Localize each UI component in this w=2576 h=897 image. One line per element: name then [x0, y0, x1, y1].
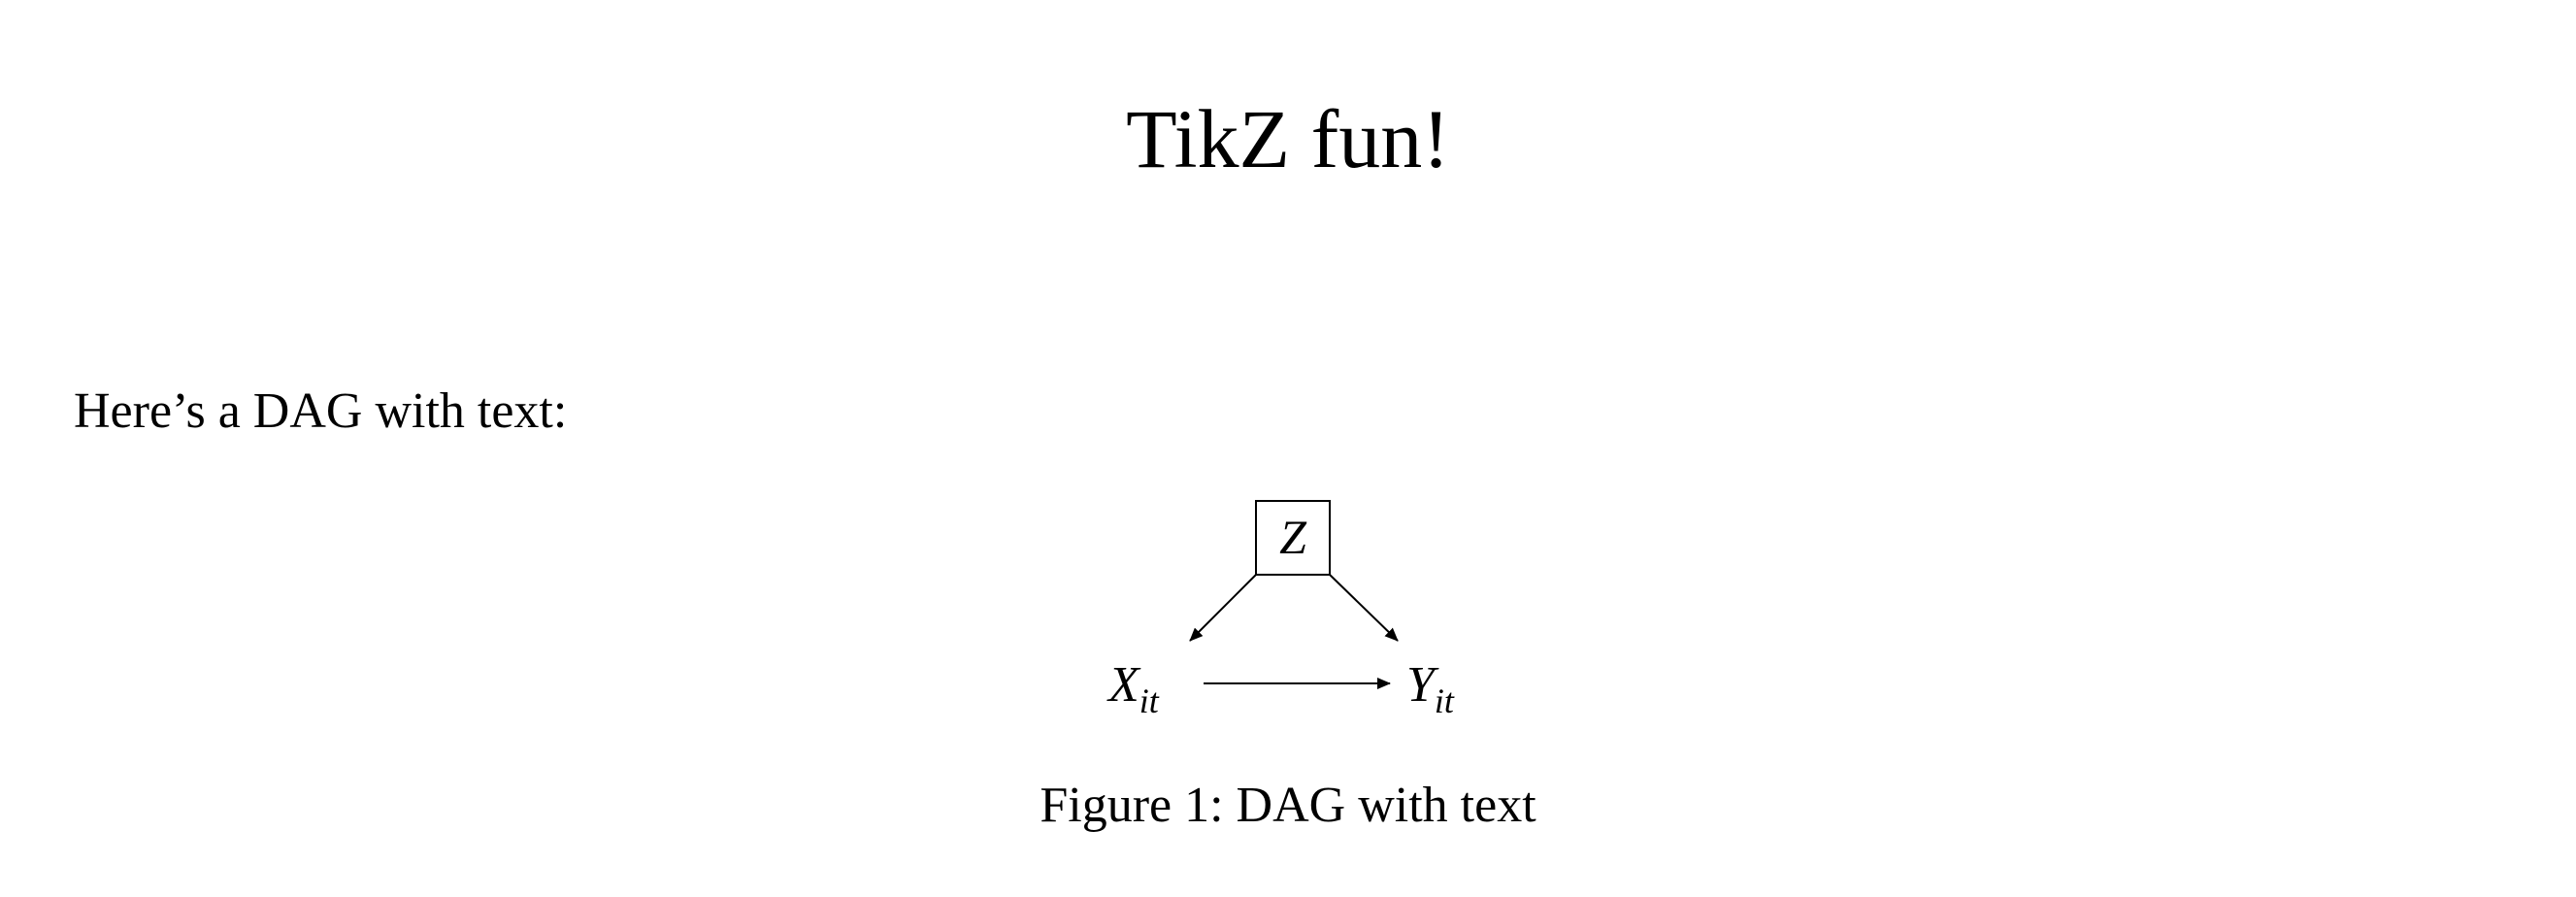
edge-z-to-y — [1329, 574, 1399, 642]
edge-z-to-x — [1189, 574, 1257, 642]
node-x-main: X — [1106, 657, 1141, 713]
figure-caption: Figure 1: DAG with text — [1040, 778, 1536, 833]
node-y-subscript: it — [1435, 681, 1455, 720]
node-z-label: Z — [1279, 510, 1307, 564]
node-x-subscript: it — [1139, 681, 1160, 720]
dag-diagram: Z Xit Yit — [1106, 500, 1455, 720]
node-y-label: Yit — [1406, 657, 1455, 720]
node-x-label: Xit — [1106, 657, 1160, 720]
document-page: TikZ fun! Here’s a DAG with text: Z Xit … — [0, 0, 2576, 897]
